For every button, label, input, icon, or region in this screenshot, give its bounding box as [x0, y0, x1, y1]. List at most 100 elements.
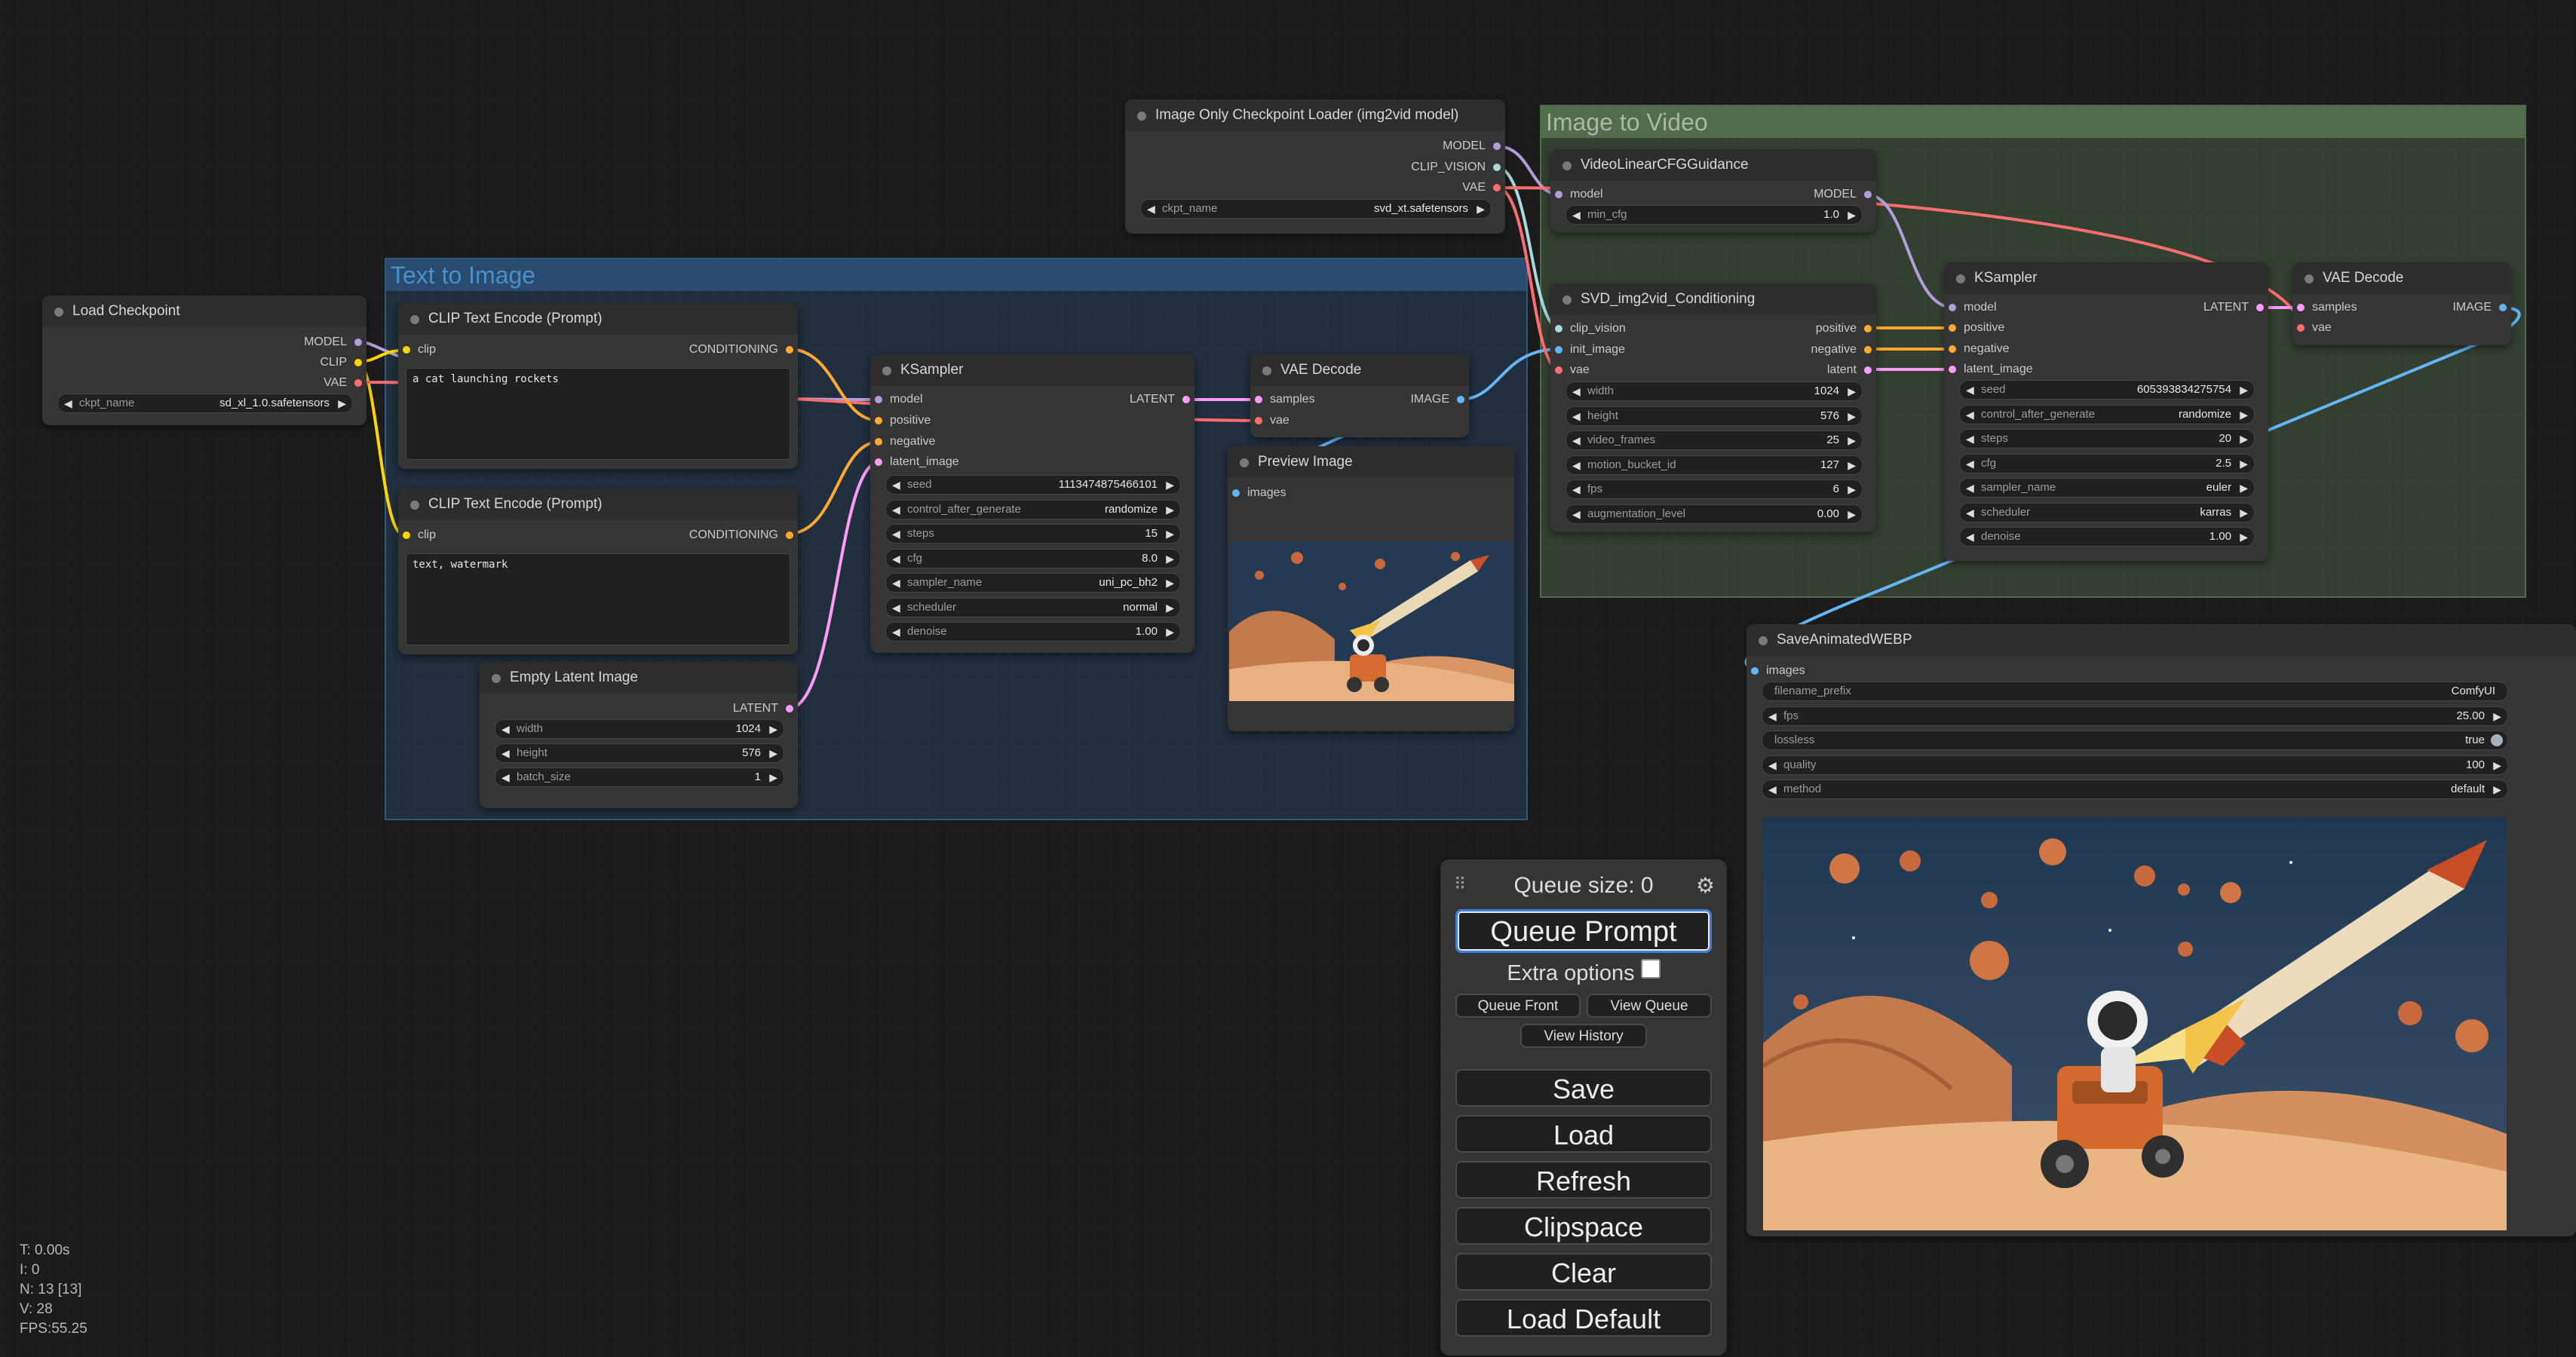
arrow-left-icon[interactable]: ◀ [1572, 382, 1581, 400]
extra-options-checkbox[interactable] [1640, 959, 1661, 979]
slot-dot[interactable] [786, 531, 793, 539]
arrow-left-icon[interactable]: ◀ [1966, 430, 1974, 448]
node-header[interactable]: VAE Decode [2292, 262, 2511, 294]
collapse-dot[interactable] [1562, 296, 1572, 305]
input-positive[interactable]: positive [870, 413, 931, 428]
collapse-dot[interactable] [410, 315, 419, 324]
queue-front-button[interactable]: Queue Front [1455, 994, 1581, 1018]
widget-augmentation-level[interactable]: ◀ augmentation_level 0.00 ▶ [1566, 504, 1863, 524]
node-image-only-checkpoint-loader[interactable]: Image Only Checkpoint Loader (img2vid mo… [1125, 100, 1505, 234]
widget-filename-prefix[interactable]: filename_prefix ComfyUI [1762, 682, 2508, 701]
arrow-left-icon[interactable]: ◀ [892, 599, 900, 617]
output-negative[interactable]: negative [1811, 342, 1877, 357]
slot-dot[interactable] [786, 346, 793, 354]
slot-dot[interactable] [1555, 366, 1562, 374]
arrow-left-icon[interactable]: ◀ [892, 476, 900, 494]
input-latent-image[interactable]: latent_image [870, 455, 959, 470]
slot-dot[interactable] [1751, 667, 1759, 675]
widget-batch-size[interactable]: ◀ batch_size 1 ▶ [495, 767, 784, 787]
node-header[interactable]: SVD_img2vid_Conditioning [1550, 283, 1876, 315]
arrow-right-icon[interactable]: ▶ [1166, 525, 1174, 543]
collapse-dot[interactable] [410, 501, 419, 510]
widget-sampler-name[interactable]: ◀ sampler_name euler ▶ [1959, 478, 2255, 498]
preview-image-thumbnail[interactable] [1229, 541, 1514, 701]
arrow-right-icon[interactable]: ▶ [2493, 707, 2501, 725]
node-save-animated-webp[interactable]: SaveAnimatedWEBP images filename_prefix C… [1746, 624, 2576, 1236]
slot-dot[interactable] [1949, 324, 1956, 332]
slot-dot[interactable] [1493, 142, 1501, 150]
arrow-right-icon[interactable]: ▶ [1166, 550, 1174, 568]
view-history-button[interactable]: View History [1520, 1024, 1647, 1048]
slot-dot[interactable] [1555, 346, 1562, 354]
widget-scheduler[interactable]: ◀ scheduler karras ▶ [1959, 502, 2255, 522]
node-header[interactable]: VideoLinearCFGGuidance [1550, 149, 1876, 181]
arrow-left-icon[interactable]: ◀ [1572, 480, 1581, 498]
node-header[interactable]: KSampler [1944, 262, 2268, 294]
widget-motion-bucket-id[interactable]: ◀ motion_bucket_id 127 ▶ [1566, 455, 1863, 475]
collapse-dot[interactable] [1240, 458, 1249, 467]
arrow-left-icon[interactable]: ◀ [1572, 456, 1581, 474]
output-latent[interactable]: LATENT [1130, 392, 1194, 407]
arrow-right-icon[interactable]: ▶ [2493, 780, 2501, 798]
slot-dot[interactable] [403, 531, 410, 539]
widget-steps[interactable]: ◀ steps 15 ▶ [885, 524, 1181, 544]
group-title[interactable]: Image to Video [1541, 106, 2525, 138]
input-clip[interactable]: clip [398, 342, 436, 357]
arrow-right-icon[interactable]: ▶ [338, 394, 346, 412]
input-vae[interactable]: vae [1250, 413, 1290, 428]
input-init-image[interactable]: init_image [1550, 342, 1625, 357]
arrow-right-icon[interactable]: ▶ [2240, 528, 2248, 546]
node-ksampler[interactable]: KSampler model positive negative latent_… [870, 354, 1194, 653]
arrow-right-icon[interactable]: ▶ [1848, 407, 1856, 425]
widget-height[interactable]: ◀ height 576 ▶ [1566, 406, 1863, 426]
node-vae-decode[interactable]: VAE Decode samples vae IMAGE [1250, 354, 1469, 437]
widget-control-after-generate[interactable]: ◀ control_after_generate randomize ▶ [1959, 404, 2255, 424]
slot-dot[interactable] [2256, 304, 2264, 311]
load-default-button[interactable]: Load Default [1455, 1299, 1712, 1337]
gear-icon[interactable]: ⚙ [1696, 873, 1715, 898]
node-header[interactable]: Empty Latent Image [480, 662, 798, 694]
arrow-left-icon[interactable]: ◀ [1572, 407, 1581, 425]
output-vae[interactable]: VAE [324, 375, 366, 391]
node-header[interactable]: SaveAnimatedWEBP [1746, 624, 2576, 656]
widget-sampler-name[interactable]: ◀ sampler_name uni_pc_bh2 ▶ [885, 573, 1181, 593]
collapse-dot[interactable] [492, 674, 501, 683]
arrow-right-icon[interactable]: ▶ [1477, 200, 1485, 218]
output-conditioning[interactable]: CONDITIONING [689, 342, 798, 357]
node-empty-latent-image[interactable]: Empty Latent Image LATENT ◀ width 1024 ▶ ◀ he… [480, 662, 798, 808]
node-vae-decode[interactable]: VAE Decode samples vae IMAGE [2292, 262, 2511, 345]
arrow-left-icon[interactable]: ◀ [501, 744, 510, 762]
slot-dot[interactable] [1864, 346, 1872, 354]
arrow-left-icon[interactable]: ◀ [892, 623, 900, 641]
input-positive[interactable]: positive [1944, 320, 2004, 335]
widget-denoise[interactable]: ◀ denoise 1.00 ▶ [1959, 527, 2255, 547]
slot-dot[interactable] [786, 705, 793, 712]
node-header[interactable]: CLIP Text Encode (Prompt) [398, 489, 798, 520]
node-svd-img2vid-conditioning[interactable]: SVD_img2vid_Conditioning clip_vision ini… [1550, 283, 1876, 532]
slot-dot[interactable] [1555, 191, 1562, 198]
slot-dot[interactable] [1864, 366, 1872, 374]
input-model[interactable]: model [1550, 187, 1603, 202]
node-preview-image[interactable]: Preview Image images [1228, 446, 1514, 731]
input-samples[interactable]: samples [1250, 392, 1315, 407]
slot-dot[interactable] [354, 359, 362, 366]
slot-dot[interactable] [1555, 325, 1562, 332]
widget-cfg[interactable]: ◀ cfg 8.0 ▶ [885, 548, 1181, 568]
widget-quality[interactable]: ◀ quality 100 ▶ [1762, 755, 2508, 775]
arrow-left-icon[interactable]: ◀ [1966, 455, 1974, 473]
widget-method[interactable]: ◀ method default ▶ [1762, 780, 2508, 799]
slot-dot[interactable] [1457, 396, 1464, 403]
slot-dot[interactable] [1949, 366, 1956, 373]
slot-dot[interactable] [875, 458, 882, 466]
slot-dot[interactable] [875, 396, 882, 403]
arrow-left-icon[interactable]: ◀ [1966, 528, 1974, 546]
widget-denoise[interactable]: ◀ denoise 1.00 ▶ [885, 622, 1181, 642]
collapse-dot[interactable] [1956, 274, 1965, 283]
node-clip-text-encode-positive[interactable]: CLIP Text Encode (Prompt) clip CONDITION… [398, 303, 798, 469]
load-button[interactable]: Load [1455, 1115, 1712, 1153]
arrow-left-icon[interactable]: ◀ [1966, 479, 1974, 497]
arrow-left-icon[interactable]: ◀ [892, 525, 900, 543]
clipspace-button[interactable]: Clipspace [1455, 1207, 1712, 1245]
widget-cfg[interactable]: ◀ cfg 2.5 ▶ [1959, 453, 2255, 473]
arrow-right-icon[interactable]: ▶ [1166, 501, 1174, 519]
